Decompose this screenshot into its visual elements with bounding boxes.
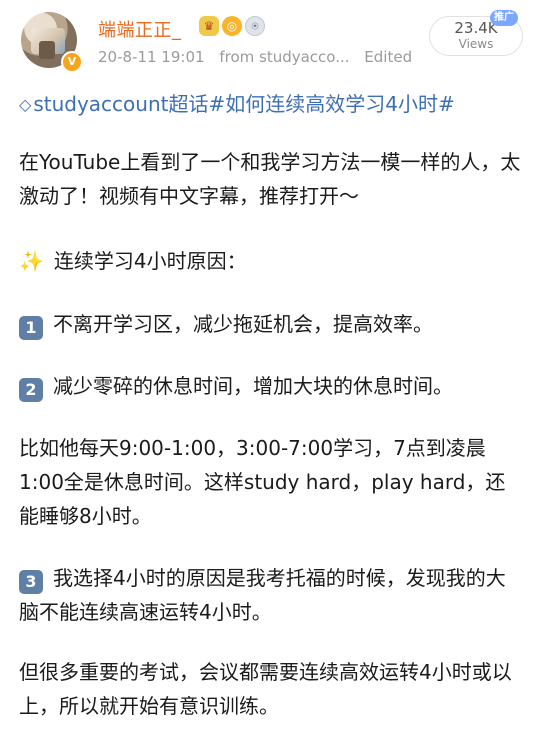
topic-line[interactable]: ◇ studyaccount超话#如何连续高效学习4小时#	[19, 88, 455, 117]
avatar-photo-detail	[39, 41, 55, 59]
point-1-text: 不离开学习区，减少拖延机会，提高效率。	[53, 312, 433, 336]
intro-paragraph: 在YouTube上看到了一个和我学习方法一模一样的人，太激动了！视频有中文字幕，…	[19, 150, 521, 208]
point-1: 1 不离开学习区，减少拖延机会，提高效率。	[19, 307, 524, 341]
point-2: 2 减少零碎的休息时间，增加大块的休息时间。	[19, 369, 524, 403]
edited-label[interactable]: Edited	[364, 48, 412, 66]
post-header: V 端端正正_ ♛ ◎ ⍟ 20-8-11 19:01 from studyac…	[0, 0, 540, 80]
number-two-keycap-icon: 2	[19, 378, 43, 402]
sparkle-icon: ✨	[19, 249, 44, 273]
reasons-heading: ✨ 连续学习4小时原因：	[19, 244, 524, 278]
topic-text[interactable]: studyaccount超话#如何连续高效学习4小时#	[33, 92, 454, 116]
closing-paragraph: 但很多重要的考试，会议都需要连续高效运转4小时或以上，所以就开始有意识训练。	[19, 660, 512, 718]
promo-badge: 推广	[490, 10, 518, 26]
post-meta: 20-8-11 19:01 from studyacco... Edited	[98, 48, 422, 66]
point-3-text: 我选择4小时的原因是我考托福的时候，发现我的大脑不能连续高速运转4小时。	[19, 566, 506, 624]
example-paragraph: 比如他每天9:00-1:00，3:00-7:00学习，7点到凌晨1:00全是休息…	[19, 436, 506, 528]
username[interactable]: 端端正正_	[98, 16, 182, 42]
diamond-icon: ◇	[19, 95, 32, 114]
medal-badge-icon[interactable]: ⍟	[245, 16, 265, 36]
point-3: 3 我选择4小时的原因是我考托福的时候，发现我的大脑不能连续高速运转4小时。	[19, 561, 524, 629]
verified-icon: V	[61, 51, 83, 73]
post-timestamp: 20-8-11 19:01	[98, 48, 205, 66]
post-source[interactable]: from studyacco...	[219, 48, 349, 66]
crown-badge-icon[interactable]: ♛	[199, 16, 219, 36]
number-one-keycap-icon: 1	[19, 316, 43, 340]
donut-badge-icon[interactable]: ◎	[222, 16, 242, 36]
user-badges: ♛ ◎ ⍟	[199, 16, 265, 36]
point-2-text: 减少零碎的休息时间，增加大块的休息时间。	[53, 374, 453, 398]
views-label: Views	[458, 37, 494, 51]
number-three-keycap-icon: 3	[19, 570, 43, 594]
reasons-heading-text: 连续学习4小时原因：	[53, 249, 247, 273]
